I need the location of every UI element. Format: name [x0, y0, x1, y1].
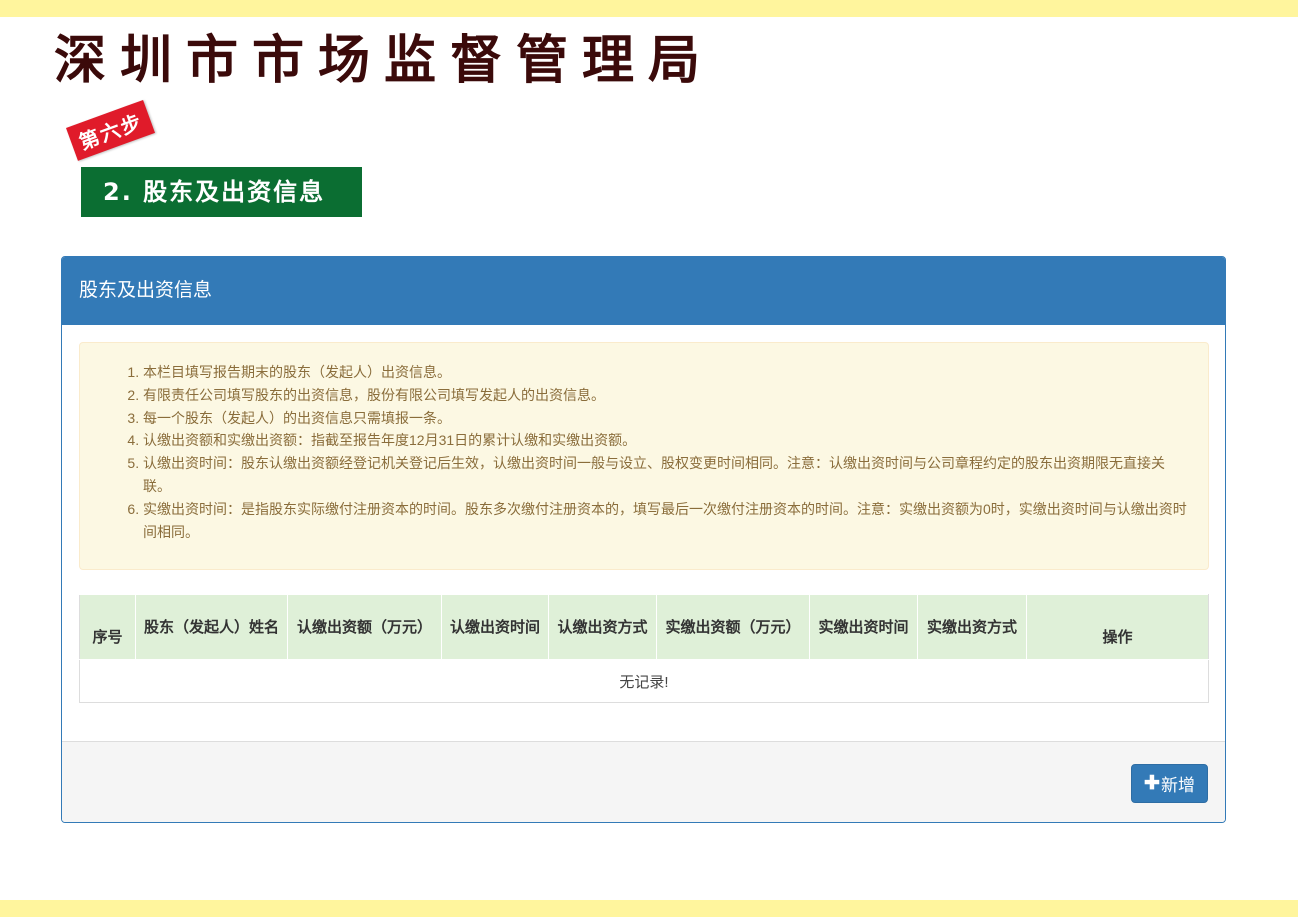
- panel-body: 本栏目填写报告期末的股东（发起人）出资信息。 有限责任公司填写股东的出资信息，股…: [62, 325, 1225, 741]
- instruction-item: 实缴出资时间：是指股东实际缴付注册资本的时间。股东多次缴付注册资本的，填写最后一…: [143, 498, 1190, 544]
- top-decor-band: [0, 0, 1298, 17]
- panel-footer: ✚ 新增: [62, 741, 1225, 822]
- bottom-decor-band: [0, 900, 1298, 917]
- col-header-actions: 操作: [1026, 594, 1209, 660]
- instructions-list: 本栏目填写报告期末的股东（发起人）出资信息。 有限责任公司填写股东的出资信息，股…: [80, 343, 1208, 543]
- col-header-shareholder-name: 股东（发起人）姓名: [135, 594, 288, 660]
- instruction-item: 有限责任公司填写股东的出资信息，股份有限公司填写发起人的出资信息。: [143, 384, 1190, 407]
- panel-title: 股东及出资信息: [62, 257, 1225, 325]
- empty-table-message: 无记录!: [79, 659, 1209, 703]
- instruction-item: 每一个股东（发起人）的出资信息只需填报一条。: [143, 407, 1190, 430]
- table-header-row: 序号 股东（发起人）姓名 认缴出资额（万元） 认缴出资时间 认缴出资方式 实缴出…: [79, 594, 1209, 660]
- instructions-notice: 本栏目填写报告期末的股东（发起人）出资信息。 有限责任公司填写股东的出资信息，股…: [79, 342, 1209, 570]
- shareholder-panel: 股东及出资信息 本栏目填写报告期末的股东（发起人）出资信息。 有限责任公司填写股…: [61, 256, 1226, 823]
- col-header-subscribed-amount: 认缴出资额（万元）: [287, 594, 442, 660]
- col-header-index: 序号: [79, 594, 136, 660]
- col-header-subscribed-method: 认缴出资方式: [548, 594, 657, 660]
- add-button-label: 新增: [1160, 776, 1195, 795]
- instruction-item: 认缴出资额和实缴出资额：指截至报告年度12月31日的累计认缴和实缴出资额。: [143, 429, 1190, 452]
- shareholder-table: 序号 股东（发起人）姓名 认缴出资额（万元） 认缴出资时间 认缴出资方式 实缴出…: [79, 594, 1209, 703]
- col-header-paid-amount: 实缴出资额（万元）: [656, 594, 810, 660]
- plus-icon: ✚: [1144, 773, 1160, 794]
- org-title: 深圳市市场监督管理局: [54, 31, 715, 91]
- col-header-paid-method: 实缴出资方式: [917, 594, 1027, 660]
- table-row: 无记录!: [79, 659, 1209, 703]
- col-header-subscribed-date: 认缴出资时间: [441, 594, 549, 660]
- col-header-paid-date: 实缴出资时间: [809, 594, 918, 660]
- add-shareholder-button[interactable]: ✚ 新增: [1131, 764, 1208, 803]
- instruction-item: 本栏目填写报告期末的股东（发起人）出资信息。: [143, 361, 1190, 384]
- section-banner: 2. 股东及出资信息: [81, 167, 362, 217]
- step-tag: 第六步: [66, 99, 156, 161]
- instruction-item: 认缴出资时间：股东认缴出资额经登记机关登记后生效，认缴出资时间一般与设立、股权变…: [143, 452, 1190, 498]
